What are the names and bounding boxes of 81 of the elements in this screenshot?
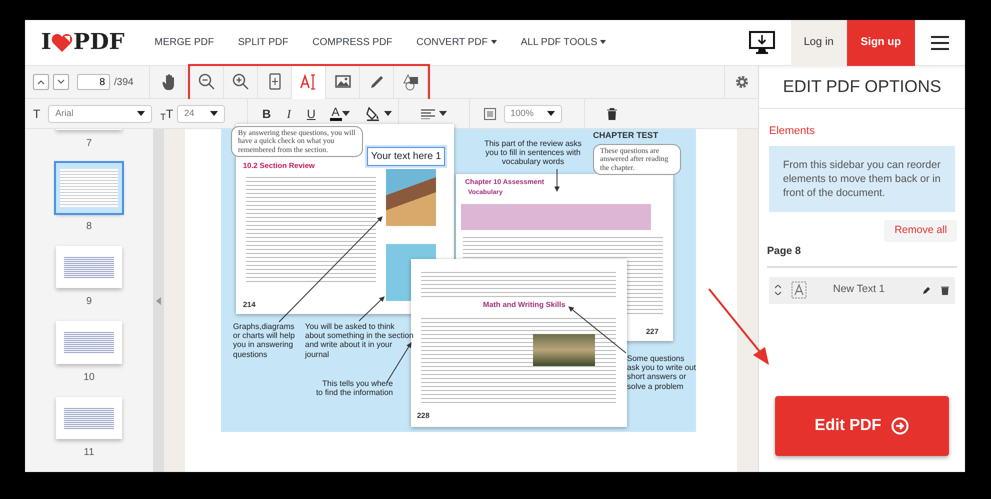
- caret-icon: [600, 40, 606, 44]
- logo-text[interactable]: PDF: [73, 26, 125, 59]
- font-select[interactable]: Arial: [48, 104, 152, 122]
- page-number: 7: [86, 136, 92, 150]
- annotation-note: Some questions ask you to write out short answers or solve a problem: [627, 354, 697, 391]
- pointer-arrow: [568, 306, 626, 354]
- arrow-circle-icon: [891, 417, 910, 435]
- page-thumbnail[interactable]: [56, 396, 122, 439]
- signup-button[interactable]: Sign up: [846, 20, 915, 66]
- chevron-up-icon: [37, 79, 45, 85]
- remove-all-button[interactable]: Remove all: [884, 220, 957, 242]
- bold-button[interactable]: B: [254, 104, 279, 122]
- pointer-arrow: [554, 168, 560, 192]
- login-button[interactable]: Log in: [790, 20, 847, 66]
- page-thumbnail[interactable]: [56, 246, 122, 288]
- settings-icon: [734, 75, 748, 89]
- nav-link[interactable]: MERGE PDF: [154, 35, 214, 50]
- reorder-icon[interactable]: [775, 285, 781, 296]
- annotation-note: You will be asked to think about something in the section and write about it in your journal: [305, 322, 415, 359]
- figure-illustration: [386, 169, 436, 226]
- zoom-in-icon: [232, 73, 250, 91]
- chevron-down-icon: [57, 79, 65, 85]
- font-size-select[interactable]: 24: [177, 104, 226, 122]
- image-icon: [334, 73, 352, 91]
- trash-icon[interactable]: [606, 108, 617, 120]
- page-number: 9: [86, 295, 92, 309]
- page-number-field[interactable]: 8: [77, 74, 110, 90]
- font-label: T: [33, 106, 40, 122]
- element-name: New Text 1: [833, 282, 886, 298]
- chapter-test-heading: CHAPTER TEST: [593, 131, 658, 141]
- caret-icon: [490, 40, 497, 44]
- caret-icon: [342, 111, 350, 116]
- text-element-icon: [791, 281, 807, 300]
- tool-button[interactable]: [292, 66, 326, 98]
- element-row[interactable]: New Text 1: [769, 276, 955, 304]
- align-left-icon[interactable]: [420, 108, 435, 118]
- annotation-note: Graphs,diagrams or charts will help you in answering questions: [233, 322, 296, 359]
- section-title: Elements: [769, 124, 816, 139]
- panel-title: EDIT PDF OPTIONS: [759, 66, 965, 109]
- nav-link[interactable]: COMPRESS PDF: [312, 35, 392, 50]
- menu-icon[interactable]: [931, 36, 949, 50]
- opacity-icon: [484, 108, 496, 120]
- page-number: 11: [84, 446, 94, 460]
- page-total: /394: [114, 76, 134, 90]
- shapes-icon: [402, 73, 420, 91]
- page-number: 8: [86, 220, 92, 234]
- annotation-note: This tells you where to find the information: [316, 379, 393, 398]
- page-up-button[interactable]: [33, 74, 49, 90]
- nav-link[interactable]: ALL PDF TOOLS: [520, 35, 606, 50]
- pencil-icon[interactable]: [922, 286, 931, 295]
- edit-pdf-button[interactable]: Edit PDF: [775, 396, 949, 456]
- nav-link[interactable]: SPLIT PDF: [238, 35, 288, 50]
- annotation-note: This part of the review asks you to fill in sentences with vocabulary words: [483, 139, 583, 167]
- inserted-text-box[interactable]: Your text here 1: [367, 147, 446, 166]
- caret-icon: [438, 111, 447, 116]
- font-size-label: $_{T}$T: [160, 106, 174, 122]
- opacity-select[interactable]: 100%: [504, 104, 562, 122]
- logo-text[interactable]: I: [41, 26, 52, 59]
- caret-icon: [546, 111, 555, 116]
- fill-color-icon[interactable]: [366, 106, 380, 120]
- page-number: 10: [83, 370, 95, 384]
- page-label: Page 8: [767, 244, 957, 268]
- page-thumbnail[interactable]: [56, 321, 122, 364]
- page-down-button[interactable]: [53, 74, 69, 90]
- zoom-out-icon: [198, 73, 216, 91]
- italic-button[interactable]: I: [278, 104, 299, 122]
- caret-icon: [137, 111, 146, 116]
- collapse-handle[interactable]: [153, 129, 164, 472]
- text-color-button[interactable]: A: [330, 106, 342, 121]
- caret-icon: [210, 111, 218, 116]
- caret-icon: [384, 111, 392, 116]
- underline-button[interactable]: U: [298, 104, 324, 122]
- heart-logo-icon: [51, 32, 74, 52]
- desktop-download-icon[interactable]: [748, 30, 775, 54]
- text-cursor-icon: [300, 73, 318, 91]
- collapse-arrow-icon: [156, 296, 161, 304]
- nav-link[interactable]: CONVERT PDF: [416, 35, 497, 50]
- info-message: From this sidebar you can reorder elements to move them back or in front of the document.: [769, 146, 955, 212]
- page-thumbnail[interactable]: [56, 162, 122, 212]
- photo-placeholder: [533, 334, 595, 366]
- trash-icon[interactable]: [941, 285, 949, 296]
